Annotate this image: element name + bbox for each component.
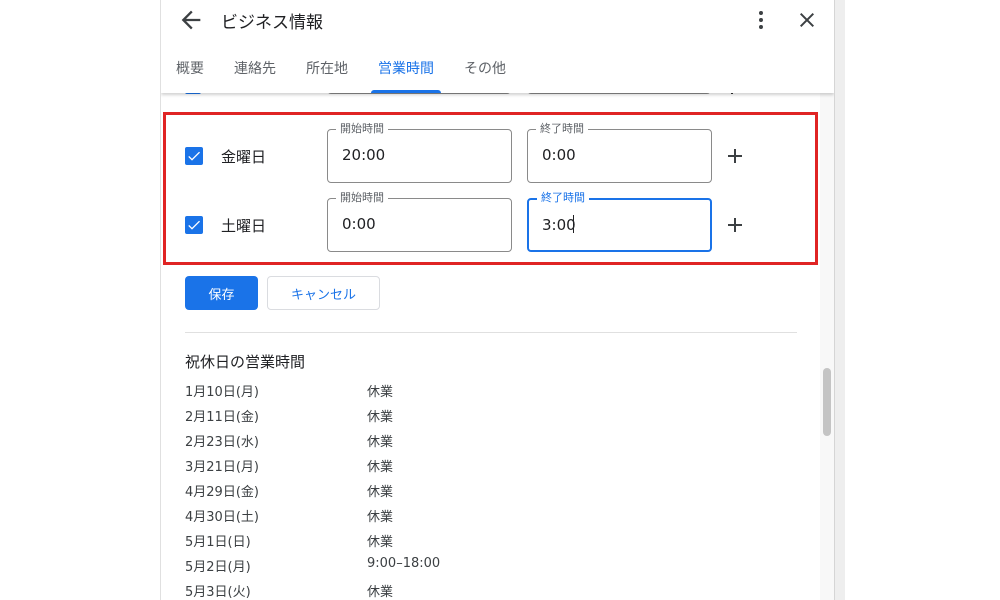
scrollbar-thumb[interactable] bbox=[823, 368, 831, 436]
text-caret bbox=[572, 215, 574, 233]
holiday-status: 休業 bbox=[367, 435, 394, 450]
holiday-date: 5月3日(火) bbox=[185, 585, 251, 600]
dialog-header: ビジネス情報 概要 連絡先 所在地 営業時間 その他 bbox=[161, 0, 834, 93]
tab-bar: 概要 連絡先 所在地 営業時間 その他 bbox=[161, 58, 521, 93]
day-label: 金曜日 bbox=[221, 148, 267, 166]
list-item: 5月3日(火) 休業 bbox=[185, 579, 685, 600]
back-arrow-icon[interactable] bbox=[177, 6, 205, 34]
holiday-date: 2月23日(水) bbox=[185, 435, 259, 450]
list-item: 4月29日(金) 休業 bbox=[185, 479, 685, 504]
section-divider bbox=[185, 332, 797, 333]
field-label: 開始時間 bbox=[336, 191, 388, 205]
open-time-field[interactable]: 開始時間 20:00 bbox=[327, 122, 512, 183]
list-item: 4月30日(土) 休業 bbox=[185, 504, 685, 529]
holiday-hours-list: 1月10日(月) 休業 2月11日(金) 休業 2月23日(水) 休業 3月21… bbox=[185, 379, 685, 600]
holiday-status: 休業 bbox=[367, 585, 394, 600]
close-time-field-focused[interactable]: 終了時間 3:00 bbox=[527, 191, 712, 252]
holiday-status: 休業 bbox=[367, 385, 394, 400]
tab-contact[interactable]: 連絡先 bbox=[219, 58, 291, 93]
close-time-field[interactable]: 終了時間 0:00 bbox=[527, 122, 712, 183]
background-page bbox=[835, 0, 845, 600]
holiday-status: 9:00–18:00 bbox=[367, 556, 441, 571]
holiday-date: 1月10日(月) bbox=[185, 385, 259, 400]
holiday-status: 休業 bbox=[367, 410, 394, 425]
holiday-date: 2月11日(金) bbox=[185, 410, 259, 425]
day-checkbox-saturday[interactable] bbox=[185, 216, 203, 234]
holiday-date: 3月21日(月) bbox=[185, 460, 259, 475]
holiday-date: 4月30日(土) bbox=[185, 510, 259, 525]
holiday-status: 休業 bbox=[367, 485, 394, 500]
field-value-wrap: 3:00 bbox=[542, 215, 576, 234]
hours-row-friday: 金曜日 開始時間 20:00 終了時間 0:00 bbox=[161, 122, 811, 189]
add-icon[interactable] bbox=[723, 144, 747, 168]
field-value: 0:00 bbox=[542, 146, 576, 164]
field-label: 終了時間 bbox=[537, 191, 589, 205]
list-item: 2月11日(金) 休業 bbox=[185, 404, 685, 429]
scrollbar-track[interactable] bbox=[820, 93, 834, 600]
holiday-date: 4月29日(金) bbox=[185, 485, 259, 500]
field-value: 3:00 bbox=[542, 216, 576, 234]
more-vert-icon[interactable] bbox=[749, 8, 773, 32]
open-time-field[interactable]: 開始時間 0:00 bbox=[327, 191, 512, 252]
list-item: 5月1日(日) 休業 bbox=[185, 529, 685, 554]
field-value: 20:00 bbox=[342, 146, 386, 164]
save-button[interactable]: 保存 bbox=[185, 276, 258, 310]
dialog-title: ビジネス情報 bbox=[221, 13, 323, 33]
field-value: 0:00 bbox=[342, 215, 376, 233]
hours-row-saturday: 土曜日 開始時間 0:00 終了時間 3:00 bbox=[161, 191, 811, 258]
list-item: 5月2日(月) 9:00–18:00 bbox=[185, 554, 685, 579]
close-icon[interactable] bbox=[795, 8, 819, 32]
holiday-status: 休業 bbox=[367, 535, 394, 550]
business-info-dialog: ビジネス情報 概要 連絡先 所在地 営業時間 その他 金曜日 開始時間 20:0… bbox=[160, 0, 835, 600]
tab-location[interactable]: 所在地 bbox=[291, 58, 363, 93]
tab-hours[interactable]: 営業時間 bbox=[363, 58, 449, 93]
tab-overview[interactable]: 概要 bbox=[161, 58, 219, 93]
holiday-hours-title: 祝休日の営業時間 bbox=[185, 353, 306, 371]
check-icon bbox=[188, 220, 200, 230]
day-checkbox-friday[interactable] bbox=[185, 147, 203, 165]
check-icon bbox=[188, 151, 200, 161]
list-item: 2月23日(水) 休業 bbox=[185, 429, 685, 454]
holiday-date: 5月1日(日) bbox=[185, 535, 251, 550]
field-label: 終了時間 bbox=[536, 122, 588, 136]
list-item: 1月10日(月) 休業 bbox=[185, 379, 685, 404]
add-icon[interactable] bbox=[723, 213, 747, 237]
field-label: 開始時間 bbox=[336, 122, 388, 136]
list-item: 3月21日(月) 休業 bbox=[185, 454, 685, 479]
day-label: 土曜日 bbox=[221, 217, 267, 235]
cancel-button[interactable]: キャンセル bbox=[267, 276, 380, 310]
tab-more[interactable]: その他 bbox=[449, 58, 521, 93]
holiday-status: 休業 bbox=[367, 510, 394, 525]
holiday-status: 休業 bbox=[367, 460, 394, 475]
holiday-date: 5月2日(月) bbox=[185, 560, 251, 575]
